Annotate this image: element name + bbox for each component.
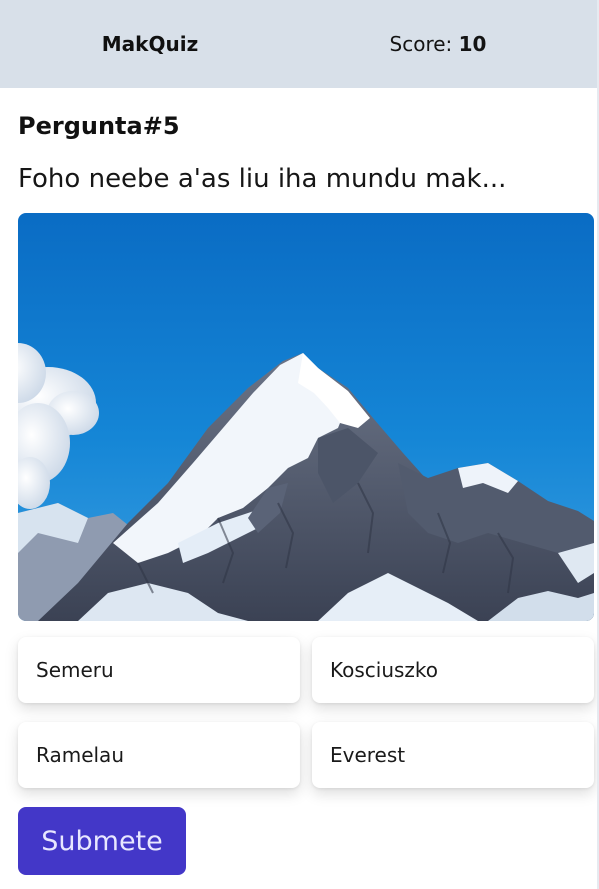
answer-option-label: Kosciuszko	[330, 658, 439, 682]
score-display: Score: 10	[288, 0, 588, 88]
score-value: 10	[458, 32, 487, 56]
answer-option-label: Semeru	[36, 658, 114, 682]
top-bar: MakQuiz Score: 10	[0, 0, 597, 88]
answer-option-kosciuszko[interactable]: Kosciuszko	[312, 637, 594, 703]
quiz-app: MakQuiz Score: 10 Pergunta#5 Foho neebe …	[0, 0, 599, 889]
question-image	[18, 213, 594, 621]
answer-option-ramelau[interactable]: Ramelau	[18, 722, 300, 788]
question-number: Pergunta#5	[18, 112, 180, 140]
app-title: MakQuiz	[101, 32, 199, 56]
answer-option-semeru[interactable]: Semeru	[18, 637, 300, 703]
answer-option-label: Ramelau	[36, 743, 124, 767]
score-label: Score:	[389, 32, 453, 56]
question-text: Foho neebe a'as liu iha mundu mak...	[18, 164, 507, 194]
answer-option-everest[interactable]: Everest	[312, 722, 594, 788]
answer-option-label: Everest	[330, 743, 406, 767]
mountain-image	[18, 213, 594, 621]
submit-button[interactable]: Submete	[18, 807, 186, 875]
